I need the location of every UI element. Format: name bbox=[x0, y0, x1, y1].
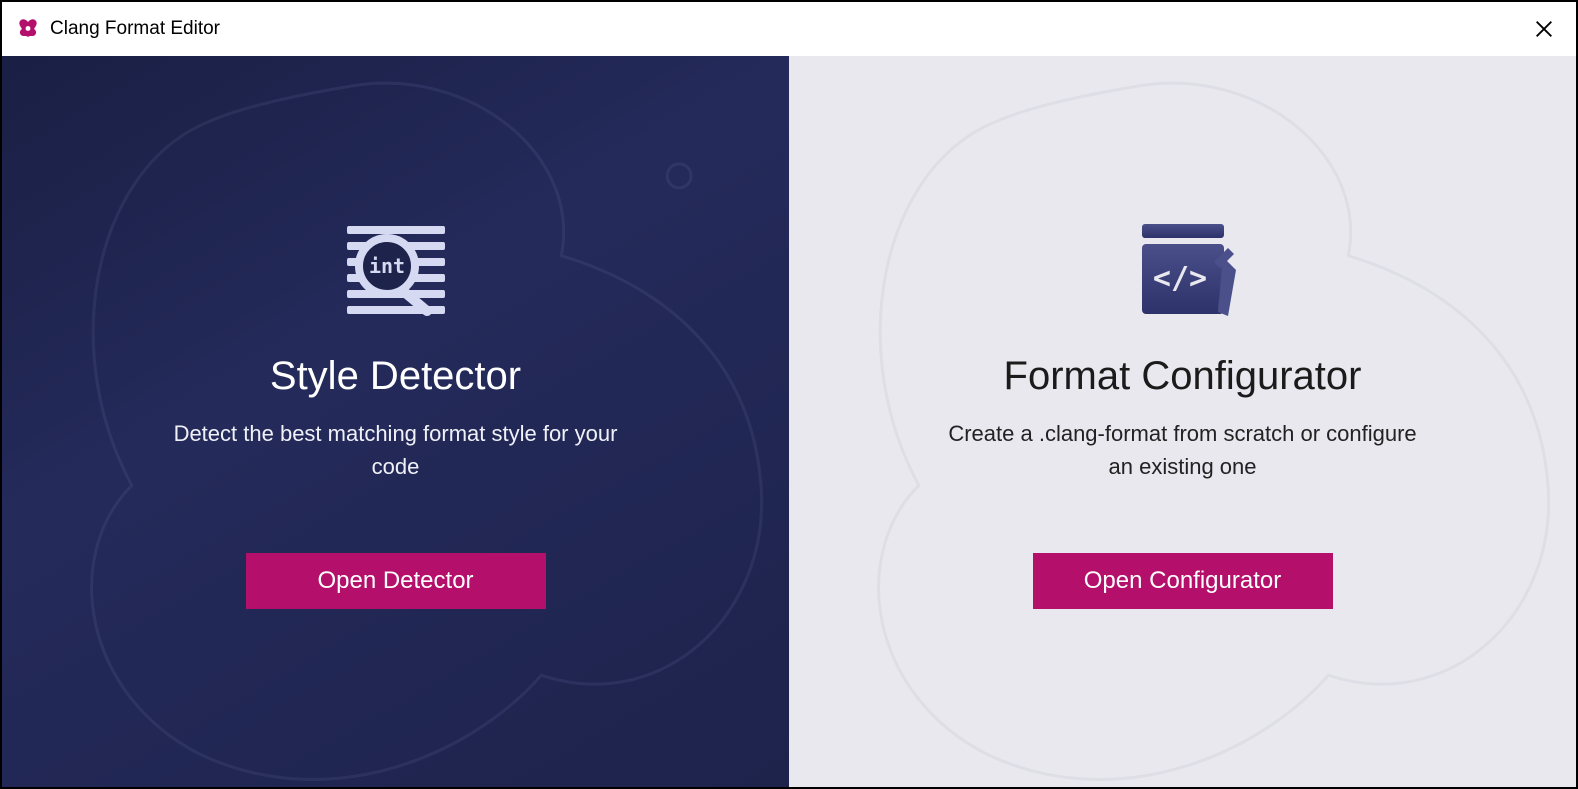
style-detector-description: Detect the best matching format style fo… bbox=[156, 417, 636, 483]
open-configurator-button[interactable]: Open Configurator bbox=[1033, 553, 1333, 609]
format-configurator-heading: Format Configurator bbox=[1004, 354, 1362, 399]
window-title: Clang Format Editor bbox=[50, 18, 220, 40]
app-logo-icon bbox=[16, 17, 40, 41]
close-button[interactable] bbox=[1530, 15, 1558, 43]
close-icon bbox=[1533, 18, 1555, 40]
main-content: int Style Detector Detect the best match… bbox=[2, 56, 1576, 787]
format-configurator-panel: </> Format Configurator Create a .clang-… bbox=[789, 56, 1576, 787]
svg-text:int: int bbox=[368, 254, 404, 278]
style-detector-heading: Style Detector bbox=[270, 354, 521, 399]
titlebar: Clang Format Editor bbox=[2, 2, 1576, 56]
style-detector-panel: int Style Detector Detect the best match… bbox=[2, 56, 789, 787]
format-configurator-icon: </> bbox=[1128, 216, 1238, 326]
svg-text:</>: </> bbox=[1152, 261, 1206, 296]
format-configurator-description: Create a .clang-format from scratch or c… bbox=[943, 417, 1423, 483]
style-detector-icon: int bbox=[341, 216, 451, 326]
open-detector-button[interactable]: Open Detector bbox=[246, 553, 546, 609]
